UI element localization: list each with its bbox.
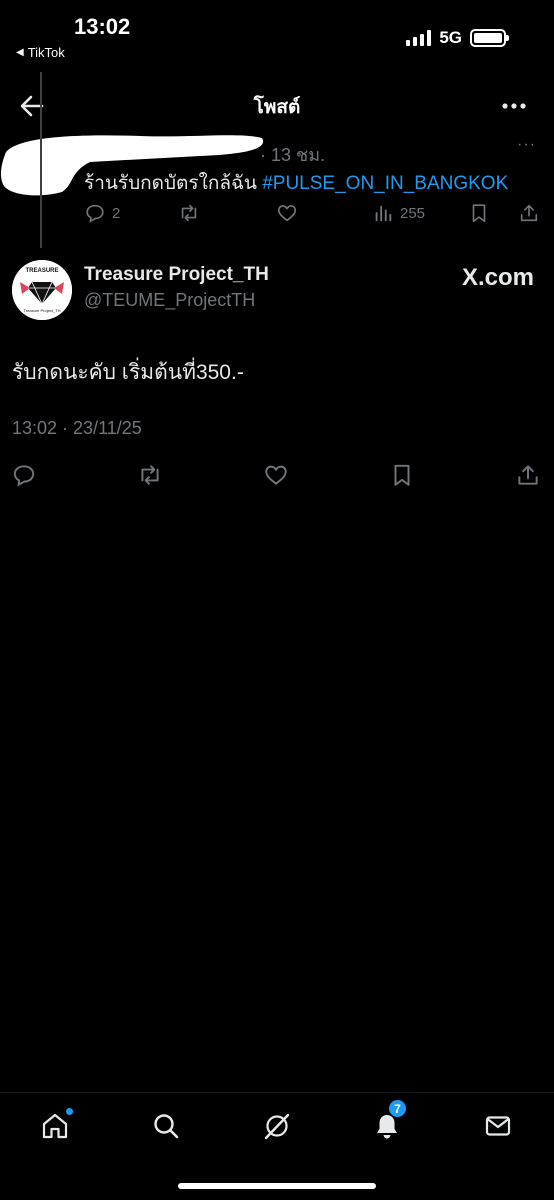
- post-actions: [0, 462, 554, 492]
- parent-views-button[interactable]: 255: [372, 202, 425, 224]
- status-time: 13:02: [74, 14, 131, 39]
- parent-like-button[interactable]: [276, 202, 298, 224]
- heart-icon: [277, 205, 297, 222]
- status-bar: 13:02 ◀ TikTok 5G: [0, 0, 554, 72]
- back-to-app-link[interactable]: ◀ TikTok: [16, 45, 65, 60]
- post-header: โพสต์: [0, 80, 554, 130]
- post-text: รับกดนะคับ เริ่มต้นที่350.-: [12, 361, 244, 384]
- parent-post-actions: 2 255: [0, 202, 554, 230]
- repost-icon: [141, 465, 159, 485]
- bookmark-button[interactable]: [389, 462, 415, 488]
- search-icon: [154, 1114, 179, 1139]
- like-button[interactable]: [263, 462, 289, 488]
- back-app-label: TikTok: [27, 45, 65, 60]
- parent-post-body: ร้านรับกดบัตรใกล้ฉัน: [84, 173, 257, 194]
- back-triangle-icon: ◀: [16, 47, 24, 58]
- hashtag-link[interactable]: #PULSE_ON_IN_BANGKOK: [262, 173, 508, 194]
- post-timestamp[interactable]: 13:02 · 23/11/25: [12, 418, 142, 439]
- views-chart-icon: [375, 205, 392, 222]
- home-icon: [42, 1113, 68, 1139]
- mail-icon: [485, 1116, 511, 1136]
- status-indicators: 5G: [406, 28, 509, 48]
- home-unread-dot: [65, 1107, 74, 1116]
- nav-home[interactable]: [40, 1107, 74, 1145]
- parent-repost-button[interactable]: [178, 202, 200, 224]
- notifications-badge: 7: [388, 1099, 407, 1118]
- share-button[interactable]: [515, 462, 541, 488]
- avatar[interactable]: TREASURE Treasure Project_TH: [12, 260, 72, 320]
- author-handle[interactable]: @TEUME_ProjectTH: [84, 290, 255, 311]
- more-options-button[interactable]: [500, 92, 528, 120]
- views-count: 255: [400, 204, 426, 222]
- nav-grok[interactable]: [262, 1111, 296, 1145]
- grok-icon: [264, 1113, 290, 1140]
- parent-post-time: · 13 ชม.: [260, 145, 326, 165]
- page-title: โพสต์: [253, 97, 301, 118]
- nav-messages[interactable]: [483, 1111, 517, 1145]
- parent-reply-button[interactable]: 2: [84, 202, 120, 224]
- thread-connector-line: [40, 72, 42, 248]
- parent-post[interactable]: · 13 ชม. ··· ร้านรับกดบัตรใกล้ฉัน #PULSE…: [0, 132, 554, 240]
- reply-button[interactable]: [11, 462, 37, 488]
- nav-search[interactable]: [151, 1111, 185, 1145]
- reply-count: 2: [112, 204, 121, 222]
- repost-icon: [181, 204, 197, 222]
- bookmark-icon: [472, 204, 486, 223]
- avatar-caption: Treasure Project_TH: [24, 308, 61, 313]
- author-name[interactable]: Treasure Project_TH: [84, 264, 269, 286]
- parent-post-text: ร้านรับกดบัตรใกล้ฉัน #PULSE_ON_IN_BANGKO…: [84, 168, 508, 198]
- parent-bookmark-button[interactable]: [468, 202, 490, 224]
- bookmark-icon: [394, 464, 410, 486]
- parent-post-more-button[interactable]: ···: [517, 136, 536, 154]
- reply-icon: [86, 204, 104, 223]
- cellular-signal-icon: [406, 30, 432, 46]
- nav-notifications[interactable]: 7: [372, 1099, 407, 1145]
- x-com-watermark: X.com: [461, 264, 534, 291]
- parent-share-button[interactable]: [518, 202, 540, 224]
- share-icon: [520, 204, 538, 222]
- avatar-logo-text: TREASURE: [25, 268, 58, 274]
- repost-button[interactable]: [137, 462, 163, 488]
- network-type: 5G: [439, 28, 462, 47]
- share-icon: [518, 465, 538, 485]
- heart-icon: [265, 465, 287, 485]
- battery-icon: [470, 29, 509, 47]
- treasure-logo-avatar: TREASURE Treasure Project_TH: [12, 260, 72, 320]
- reply-icon: [13, 465, 35, 487]
- home-indicator-bar: [178, 1183, 376, 1189]
- more-horizontal-icon: [502, 103, 526, 109]
